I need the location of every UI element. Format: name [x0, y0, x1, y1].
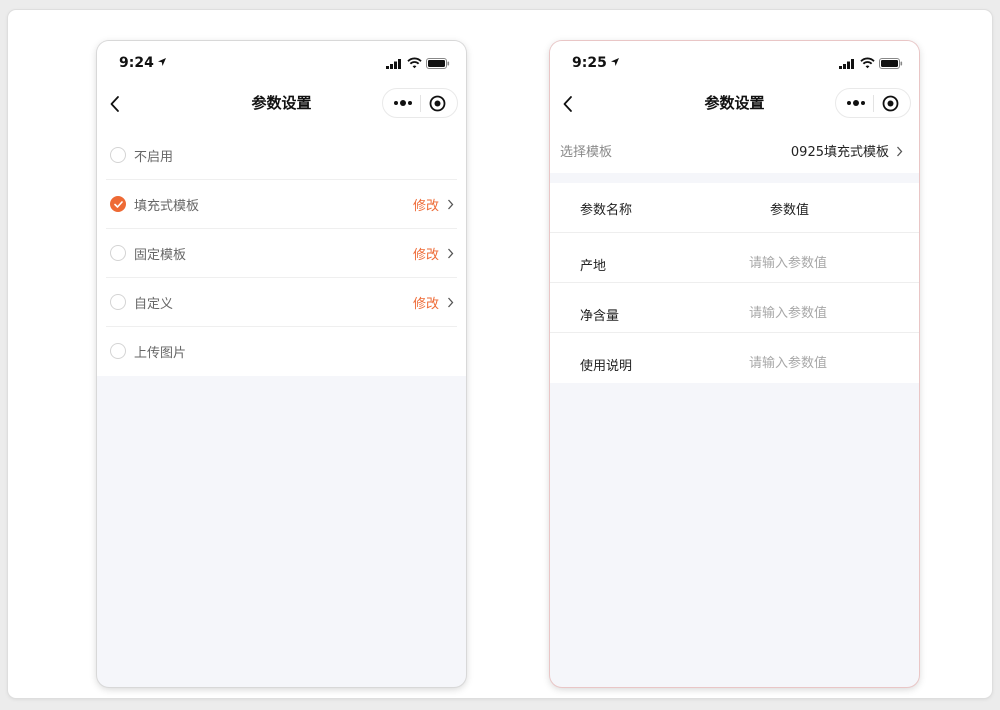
parameter-value-input[interactable]: [749, 251, 889, 275]
template-option-list: 不启用 填充式模板 修改 固定模板 修改 自定义 修改 上传图片: [97, 131, 466, 376]
phone-screen-options: 9:24 参数设置 不启用 填充式模板 修改 固定模板 修改 自定义 修改 上传…: [97, 41, 466, 687]
mini-program-capsule: [382, 88, 458, 118]
radio-button-checked[interactable]: [110, 196, 126, 212]
option-upload-image[interactable]: 上传图片: [106, 327, 457, 376]
location-arrow-icon: [158, 58, 166, 66]
more-dots-icon[interactable]: [393, 97, 413, 109]
radio-button[interactable]: [110, 245, 126, 261]
mini-program-capsule: [835, 88, 911, 118]
radio-button[interactable]: [110, 147, 126, 163]
parameter-row-net-content: 净含量: [550, 283, 919, 333]
screenshot-canvas: 9:24 参数设置 不启用 填充式模板 修改 固定模板 修改 自定义 修改 上传…: [8, 10, 992, 698]
chevron-right-icon[interactable]: [896, 146, 903, 157]
edit-link[interactable]: 修改: [413, 293, 439, 312]
status-time: 9:24: [119, 55, 154, 71]
option-label: 固定模板: [134, 248, 187, 263]
target-icon[interactable]: [429, 95, 446, 112]
check-icon: [114, 201, 123, 208]
select-template-label: 选择模板: [560, 145, 613, 160]
parameter-name: 产地: [580, 259, 607, 274]
app-header: 9:25 参数设置: [550, 41, 919, 131]
more-dots-icon[interactable]: [846, 97, 866, 109]
app-header: 9:24 参数设置: [97, 41, 466, 131]
option-label: 不启用: [134, 150, 174, 165]
radio-button[interactable]: [110, 294, 126, 310]
option-label: 填充式模板: [134, 199, 200, 214]
location-arrow-icon: [611, 58, 619, 66]
signal-icon: [386, 59, 401, 69]
select-template-row[interactable]: 选择模板 0925填充式模板: [550, 131, 919, 173]
status-time: 9:25: [572, 55, 607, 71]
chevron-right-icon[interactable]: [447, 199, 454, 210]
battery-icon: [426, 58, 450, 69]
parameter-table-header: 参数名称 参数值: [550, 183, 919, 233]
parameter-row-origin: 产地: [550, 233, 919, 283]
header-param-value: 参数值: [770, 203, 810, 218]
option-label: 上传图片: [134, 346, 187, 361]
capsule-divider: [420, 95, 421, 112]
target-icon[interactable]: [882, 95, 899, 112]
option-label: 自定义: [134, 297, 174, 312]
chevron-right-icon[interactable]: [447, 297, 454, 308]
radio-button[interactable]: [110, 343, 126, 359]
capsule-divider: [873, 95, 874, 112]
battery-icon: [879, 58, 903, 69]
phone-screen-parameters: 9:25 参数设置 选择模板 0925填充式模板 参数名称 参数值 产地 请输入…: [550, 41, 919, 687]
status-bar: 9:24: [97, 41, 466, 85]
edit-link[interactable]: 修改: [413, 244, 439, 263]
status-bar: 9:25: [550, 41, 919, 85]
chevron-right-icon[interactable]: [447, 248, 454, 259]
option-disabled[interactable]: 不启用: [106, 131, 457, 180]
parameter-table: 参数名称 参数值 产地 净含量 使用说明: [550, 183, 919, 383]
wifi-icon: [860, 57, 875, 69]
edit-link[interactable]: 修改: [413, 195, 439, 214]
option-fixed-template[interactable]: 固定模板 修改: [106, 229, 457, 278]
signal-icon: [839, 59, 854, 69]
selected-template-value[interactable]: 0925填充式模板: [791, 141, 889, 160]
option-fill-template[interactable]: 填充式模板 修改: [106, 180, 457, 229]
parameter-row-instructions: 使用说明: [550, 333, 919, 383]
parameter-name: 净含量: [580, 309, 620, 324]
header-param-name: 参数名称: [580, 203, 633, 218]
parameter-name: 使用说明: [580, 359, 633, 374]
parameter-value-input[interactable]: [749, 351, 889, 375]
option-custom[interactable]: 自定义 修改: [106, 278, 457, 327]
parameter-value-input[interactable]: [749, 301, 889, 325]
wifi-icon: [407, 57, 422, 69]
